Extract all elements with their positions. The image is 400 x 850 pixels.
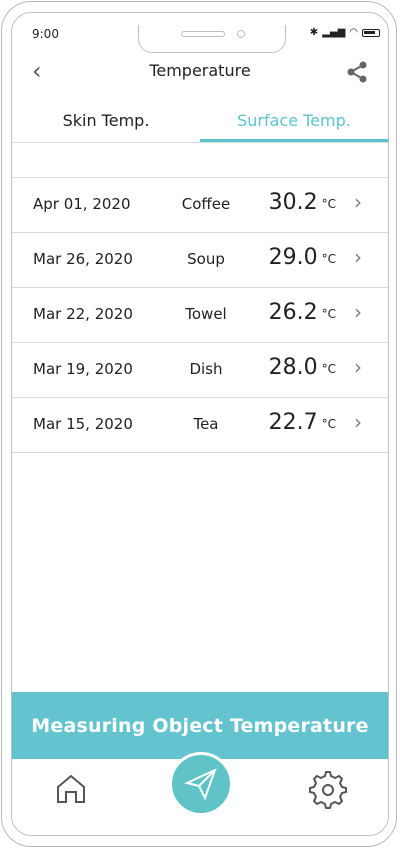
banner-text: Measuring Object Temperature — [31, 714, 369, 737]
record-object: Tea — [193, 415, 219, 433]
tab-surface-temp[interactable]: Surface Temp. — [200, 109, 388, 133]
temperature-unit: °C — [321, 252, 336, 266]
tab-skin-temp[interactable]: Skin Temp. — [12, 109, 200, 133]
record-date: Mar 26, 2020 — [33, 250, 133, 268]
record-date: Mar 22, 2020 — [33, 305, 133, 323]
record-date: Mar 19, 2020 — [33, 360, 133, 378]
speaker — [181, 31, 225, 37]
tab-bar: Skin Temp. Surface Temp. — [12, 109, 388, 147]
temperature-list: Apr 01, 2020 Coffee 30.2 °C › Mar 26, 202… — [12, 177, 388, 453]
temperature-value: 30.2 — [268, 190, 318, 215]
temperature-unit: °C — [321, 362, 336, 376]
paper-plane-icon — [184, 768, 217, 801]
status-icons: ✱ ▂▄▆ ◠ — [310, 27, 380, 38]
record-date: Apr 01, 2020 — [33, 195, 131, 213]
temperature-unit: °C — [321, 307, 336, 321]
measure-button[interactable] — [169, 752, 233, 816]
bluetooth-icon: ✱ — [309, 27, 319, 38]
chevron-right-icon: › — [354, 190, 362, 214]
share-button[interactable] — [346, 61, 368, 87]
gear-icon — [309, 771, 347, 809]
chevron-right-icon: › — [354, 410, 362, 434]
temperature-unit: °C — [321, 417, 336, 431]
phone-screen: 9:00 ✱ ▂▄▆ ◠ ‹ Temperature Skin Temp. Su… — [11, 12, 389, 836]
chevron-right-icon: › — [354, 245, 362, 269]
temperature-value: 26.2 — [268, 300, 318, 325]
camera — [237, 30, 245, 38]
home-button[interactable] — [53, 771, 89, 811]
record-date: Mar 15, 2020 — [33, 415, 133, 433]
record-object: Soup — [187, 250, 225, 268]
record-value: 29.0 °C — [269, 245, 336, 270]
battery-icon — [362, 28, 380, 37]
list-item[interactable]: Mar 26, 2020 Soup 29.0 °C › — [12, 232, 388, 287]
home-icon — [57, 774, 85, 803]
measuring-banner: Measuring Object Temperature — [12, 692, 388, 759]
temperature-value: 22.7 — [268, 410, 318, 435]
record-object: Towel — [185, 305, 227, 323]
record-value: 26.2 °C — [269, 300, 336, 325]
temperature-unit: °C — [321, 197, 336, 211]
record-value: 30.2 °C — [269, 190, 336, 215]
chevron-right-icon: › — [354, 355, 362, 379]
status-time: 9:00 — [32, 27, 59, 41]
temperature-value: 29.0 — [268, 245, 318, 270]
record-object: Coffee — [181, 195, 231, 213]
signal-icon: ▂▄▆ — [322, 27, 346, 38]
record-value: 22.7 °C — [269, 410, 336, 435]
app-header: ‹ Temperature — [12, 57, 388, 87]
chevron-right-icon: › — [354, 300, 362, 324]
settings-button[interactable] — [309, 771, 347, 813]
share-icon — [347, 61, 367, 83]
tab-divider — [12, 142, 388, 143]
record-object: Dish — [189, 360, 223, 378]
wifi-icon: ◠ — [349, 27, 358, 38]
list-item[interactable]: Mar 19, 2020 Dish 28.0 °C › — [12, 342, 388, 397]
list-item[interactable]: Apr 01, 2020 Coffee 30.2 °C › — [12, 177, 388, 232]
bottom-nav — [12, 752, 388, 835]
list-item[interactable]: Mar 15, 2020 Tea 22.7 °C › — [12, 397, 388, 453]
active-tab-indicator — [200, 139, 388, 142]
temperature-value: 28.0 — [268, 355, 318, 380]
notch — [138, 25, 286, 53]
page-title: Temperature — [149, 61, 251, 80]
list-item[interactable]: Mar 22, 2020 Towel 26.2 °C › — [12, 287, 388, 342]
record-value: 28.0 °C — [269, 355, 336, 380]
